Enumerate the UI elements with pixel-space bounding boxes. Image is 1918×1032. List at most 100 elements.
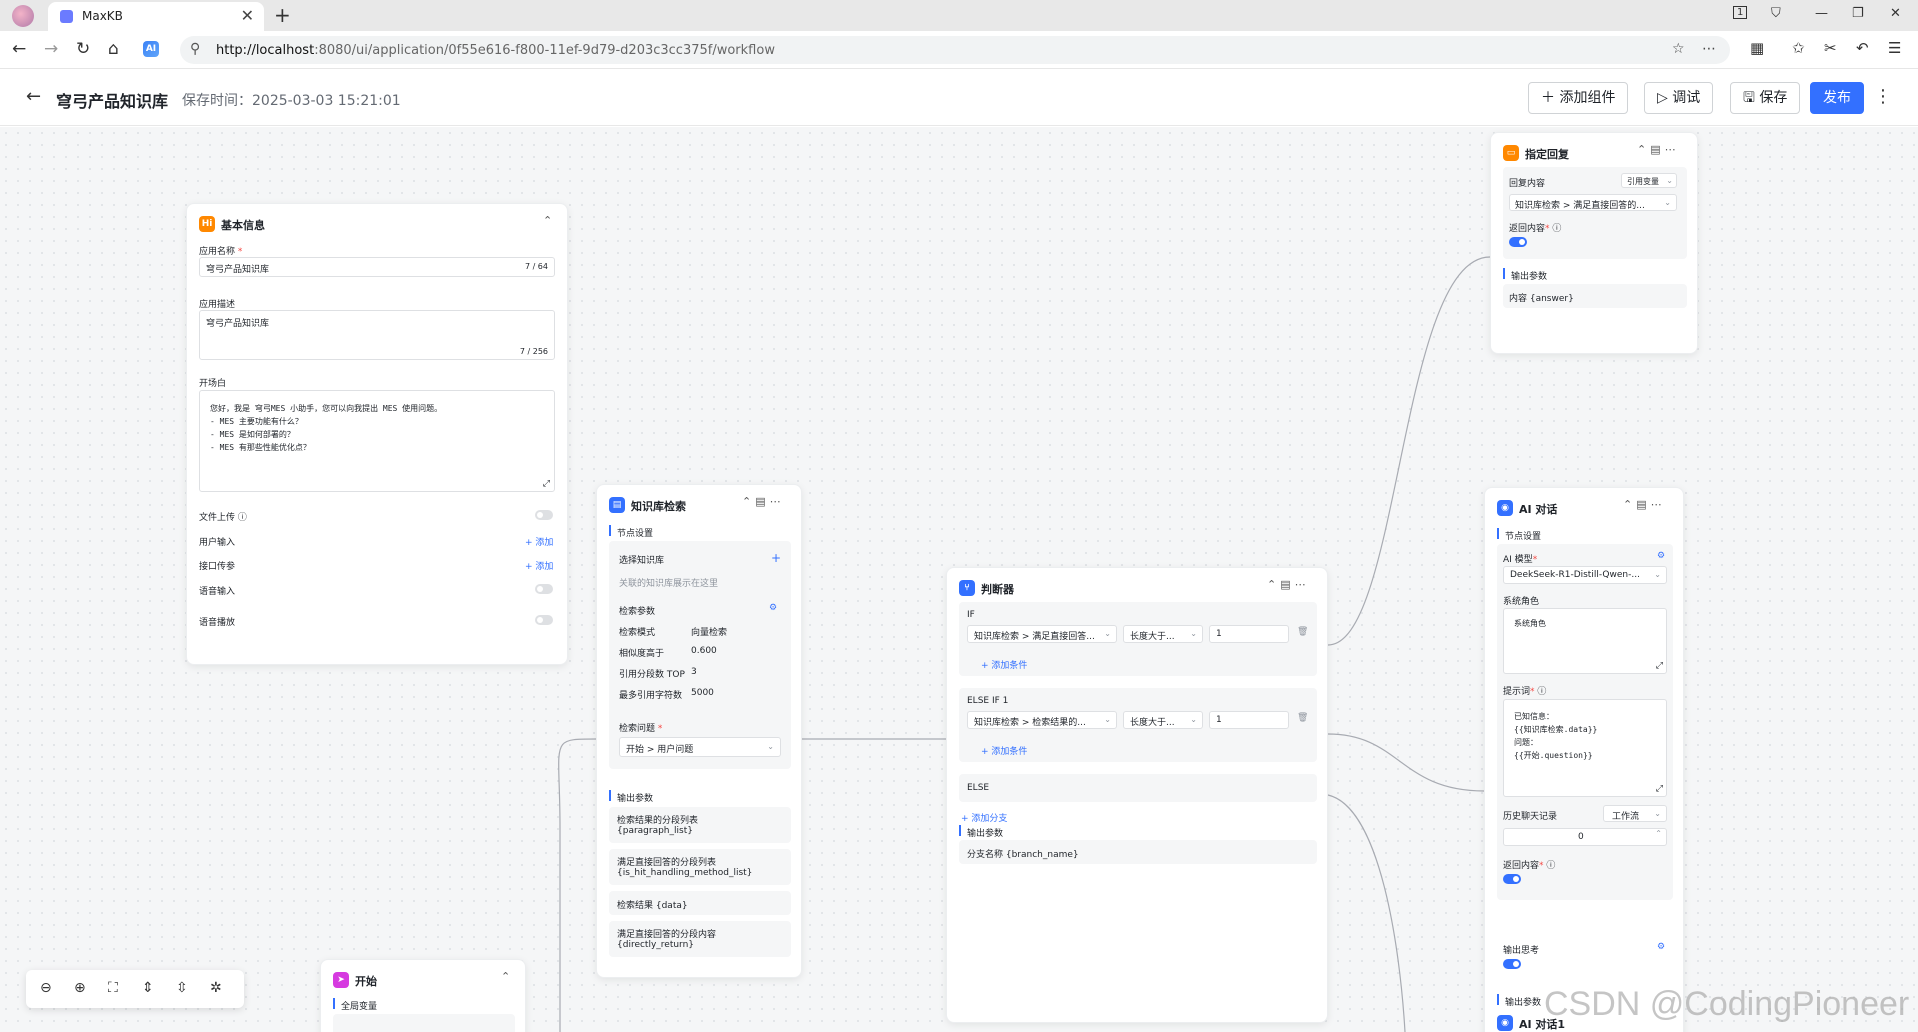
reply-settings-panel: 回复内容 引用变量 ⌄ 知识库检索 > 满足直接回答的... ⌄ 返回内容* ⓘ	[1503, 167, 1687, 259]
wire-judge-ai1	[1327, 794, 1406, 1032]
apps-grid-icon[interactable]: ▦	[1750, 39, 1764, 57]
voice-input-toggle[interactable]	[535, 584, 553, 594]
ref-var-select[interactable]: 引用变量 ⌄	[1621, 173, 1677, 188]
ai-chat-node[interactable]: ◉ AI 对话 ⌃▤⋯ 节点设置 AI 模型* ⚙ DeekSeek-R1-Di…	[1484, 487, 1684, 1032]
think-toggle[interactable]	[1503, 959, 1521, 969]
debug-button[interactable]: ▷ 调试	[1644, 82, 1714, 114]
node-controls[interactable]: ⌃▤⋯	[1623, 498, 1666, 511]
page-menu-icon[interactable]: ⋯	[1702, 41, 1716, 57]
elseif-field-select[interactable]: 知识库检索 > 检索结果的... ⌄	[967, 711, 1117, 729]
app-name-input[interactable]: 穹弓产品知识库 7 / 64	[199, 257, 555, 277]
search-icon: ⚲	[190, 41, 201, 57]
zoom-out-icon[interactable]: ⊖	[40, 980, 52, 996]
else-branch: ELSE	[959, 774, 1317, 802]
return-toggle[interactable]	[1509, 237, 1527, 247]
elseif-value-input[interactable]: 1	[1209, 711, 1289, 729]
voice-play-label: 语音播放	[199, 618, 236, 628]
save-time: 保存时间：2025-03-03 15:21:01	[182, 93, 401, 109]
auto-layout-icon[interactable]: ✲	[210, 980, 222, 996]
think-gear-icon[interactable]: ⚙	[1657, 942, 1665, 952]
url-field[interactable]: ⚲ http://localhost:8080/ui/application/0…	[180, 36, 1730, 64]
add-api-param-button[interactable]: + 添加	[525, 559, 553, 572]
delete-icon[interactable]: 🗑	[1297, 627, 1308, 637]
favorites-icon[interactable]: ✩	[1792, 39, 1805, 57]
if-value-input[interactable]: 1	[1209, 625, 1289, 643]
add-component-button[interactable]: ＋ 添加组件	[1528, 82, 1629, 114]
system-role-textarea[interactable]: 系统角色 ⤢	[1503, 608, 1667, 674]
node-controls[interactable]: ⌃▤⋯	[742, 495, 785, 508]
start-node[interactable]: ➤ 开始 ⌃ 全局变量	[320, 959, 526, 1032]
new-tab-button[interactable]: +	[274, 3, 291, 27]
app-desc-textarea[interactable]: 穹弓产品知识库 7 / 256	[199, 310, 555, 360]
favorite-star-icon[interactable]: ☆	[1672, 41, 1685, 57]
delete-icon[interactable]: 🗑	[1297, 713, 1308, 723]
kb-settings-panel: 选择知识库 + 关联的知识库展示在这里 检索参数 ⚙ 检索模式 向量检索 相似度…	[609, 541, 791, 769]
output-label: 输出参数	[1511, 272, 1548, 282]
voice-play-toggle[interactable]	[535, 615, 553, 625]
prompt-textarea[interactable]: 已知信息： {{知识库检索.data}} 问题： {{开始.question}}…	[1503, 699, 1667, 797]
back-icon[interactable]: ←	[12, 39, 26, 59]
forward-icon[interactable]: →	[44, 39, 58, 59]
collapse-icon[interactable]: ⌃	[501, 970, 514, 983]
add-condition-button[interactable]: + 添加条件	[981, 658, 1027, 671]
kb-search-node[interactable]: ▤ 知识库检索 ⌃▤⋯ 节点设置 选择知识库 + 关联的知识库展示在这里 检索参…	[596, 484, 802, 978]
history-count-input[interactable]: 0 ⌃	[1503, 828, 1667, 846]
expand-all-icon[interactable]: ⇳	[176, 980, 188, 996]
publish-button[interactable]: 发布	[1810, 82, 1864, 114]
tab-title: MaxKB	[82, 9, 123, 23]
node-controls[interactable]: ⌃▤⋯	[1267, 578, 1310, 591]
ai-chat-icon: ◉	[1497, 500, 1513, 516]
browser-tab[interactable]: MaxKB ✕	[48, 2, 264, 31]
history-mode-select[interactable]: 工作流 ⌄	[1603, 805, 1667, 822]
ai-assistant-icon[interactable]: AI	[143, 41, 159, 57]
node-title: 知识库检索	[631, 500, 686, 513]
tab-count-icon[interactable]: 1	[1733, 6, 1748, 19]
elseif-op-select[interactable]: 长度大于... ⌄	[1123, 711, 1203, 729]
home-icon[interactable]: ⌂	[108, 39, 119, 59]
question-select[interactable]: 开始 > 用户问题 ⌄	[619, 737, 781, 757]
opening-textarea[interactable]: 您好，我是 穹弓MES 小助手，您可以向我提出 MES 使用问题。 - MES …	[199, 390, 555, 492]
search-params-gear-icon[interactable]: ⚙	[769, 603, 777, 613]
judge-node[interactable]: ⑂ 判断器 ⌃▤⋯ IF 知识库检索 > 满足直接回答... ⌄ 长度大于...…	[946, 567, 1328, 1023]
more-options-icon[interactable]: ⋮	[1874, 86, 1892, 107]
back-arrow-icon[interactable]: ←	[26, 86, 41, 107]
restore-icon[interactable]: ❐	[1852, 6, 1864, 21]
expand-icon: ⤢	[1655, 784, 1663, 794]
collapse-all-icon[interactable]: ⇕	[142, 980, 154, 996]
question-label: 检索问题 *	[619, 724, 663, 734]
add-user-input-button[interactable]: + 添加	[525, 535, 553, 548]
close-window-icon[interactable]: ✕	[1890, 6, 1901, 21]
zoom-in-icon[interactable]: ⊕	[74, 980, 86, 996]
node-title: 指定回复	[1525, 148, 1569, 161]
save-button[interactable]: 🖫 保存	[1730, 82, 1801, 114]
undo-icon[interactable]: ↶	[1856, 39, 1869, 57]
if-field-select[interactable]: 知识库检索 > 满足直接回答... ⌄	[967, 625, 1117, 643]
collapse-icon[interactable]: ⌃	[543, 214, 556, 227]
workflow-canvas[interactable]: Hi 基本信息 ⌃ 应用名称 * 穹弓产品知识库 7 / 64 应用描述 穹弓产…	[0, 127, 1918, 1032]
wire-judge-reply	[1327, 256, 1491, 646]
close-tab-icon[interactable]: ✕	[241, 6, 254, 25]
fit-view-icon[interactable]: ⛶	[108, 980, 118, 996]
model-gear-icon[interactable]: ⚙	[1657, 551, 1665, 561]
return-toggle[interactable]	[1503, 874, 1521, 884]
add-condition-button[interactable]: + 添加条件	[981, 744, 1027, 757]
add-branch-button[interactable]: + 添加分支	[961, 811, 1007, 824]
wire-start-kb	[558, 738, 597, 1032]
profile-avatar[interactable]	[12, 5, 34, 27]
collections-icon[interactable]: ⛉	[1771, 6, 1781, 21]
return-label: 返回内容* ⓘ	[1509, 224, 1562, 234]
file-upload-toggle[interactable]	[535, 510, 553, 520]
refresh-icon[interactable]: ↻	[76, 39, 90, 59]
minimize-icon[interactable]: —	[1815, 6, 1828, 21]
maxkb-favicon-icon	[60, 10, 73, 23]
reply-content-select[interactable]: 知识库检索 > 满足直接回答的... ⌄	[1509, 194, 1677, 211]
node-controls[interactable]: ⌃▤⋯	[1637, 143, 1680, 156]
add-kb-icon[interactable]: +	[771, 551, 781, 565]
basic-info-node[interactable]: Hi 基本信息 ⌃ 应用名称 * 穹弓产品知识库 7 / 64 应用描述 穹弓产…	[186, 203, 568, 665]
ai-chat-icon: ◉	[1497, 1015, 1513, 1031]
settings-menu-icon[interactable]: ☰	[1888, 39, 1901, 57]
model-select[interactable]: DeekSeek-R1-Distill-Qwen-... ⌄	[1503, 566, 1667, 584]
screenshot-icon[interactable]: ✂	[1824, 39, 1837, 57]
reply-node[interactable]: ▭ 指定回复 ⌃▤⋯ 回复内容 引用变量 ⌄ 知识库检索 > 满足直接回答的..…	[1490, 132, 1698, 354]
if-op-select[interactable]: 长度大于... ⌄	[1123, 625, 1203, 643]
